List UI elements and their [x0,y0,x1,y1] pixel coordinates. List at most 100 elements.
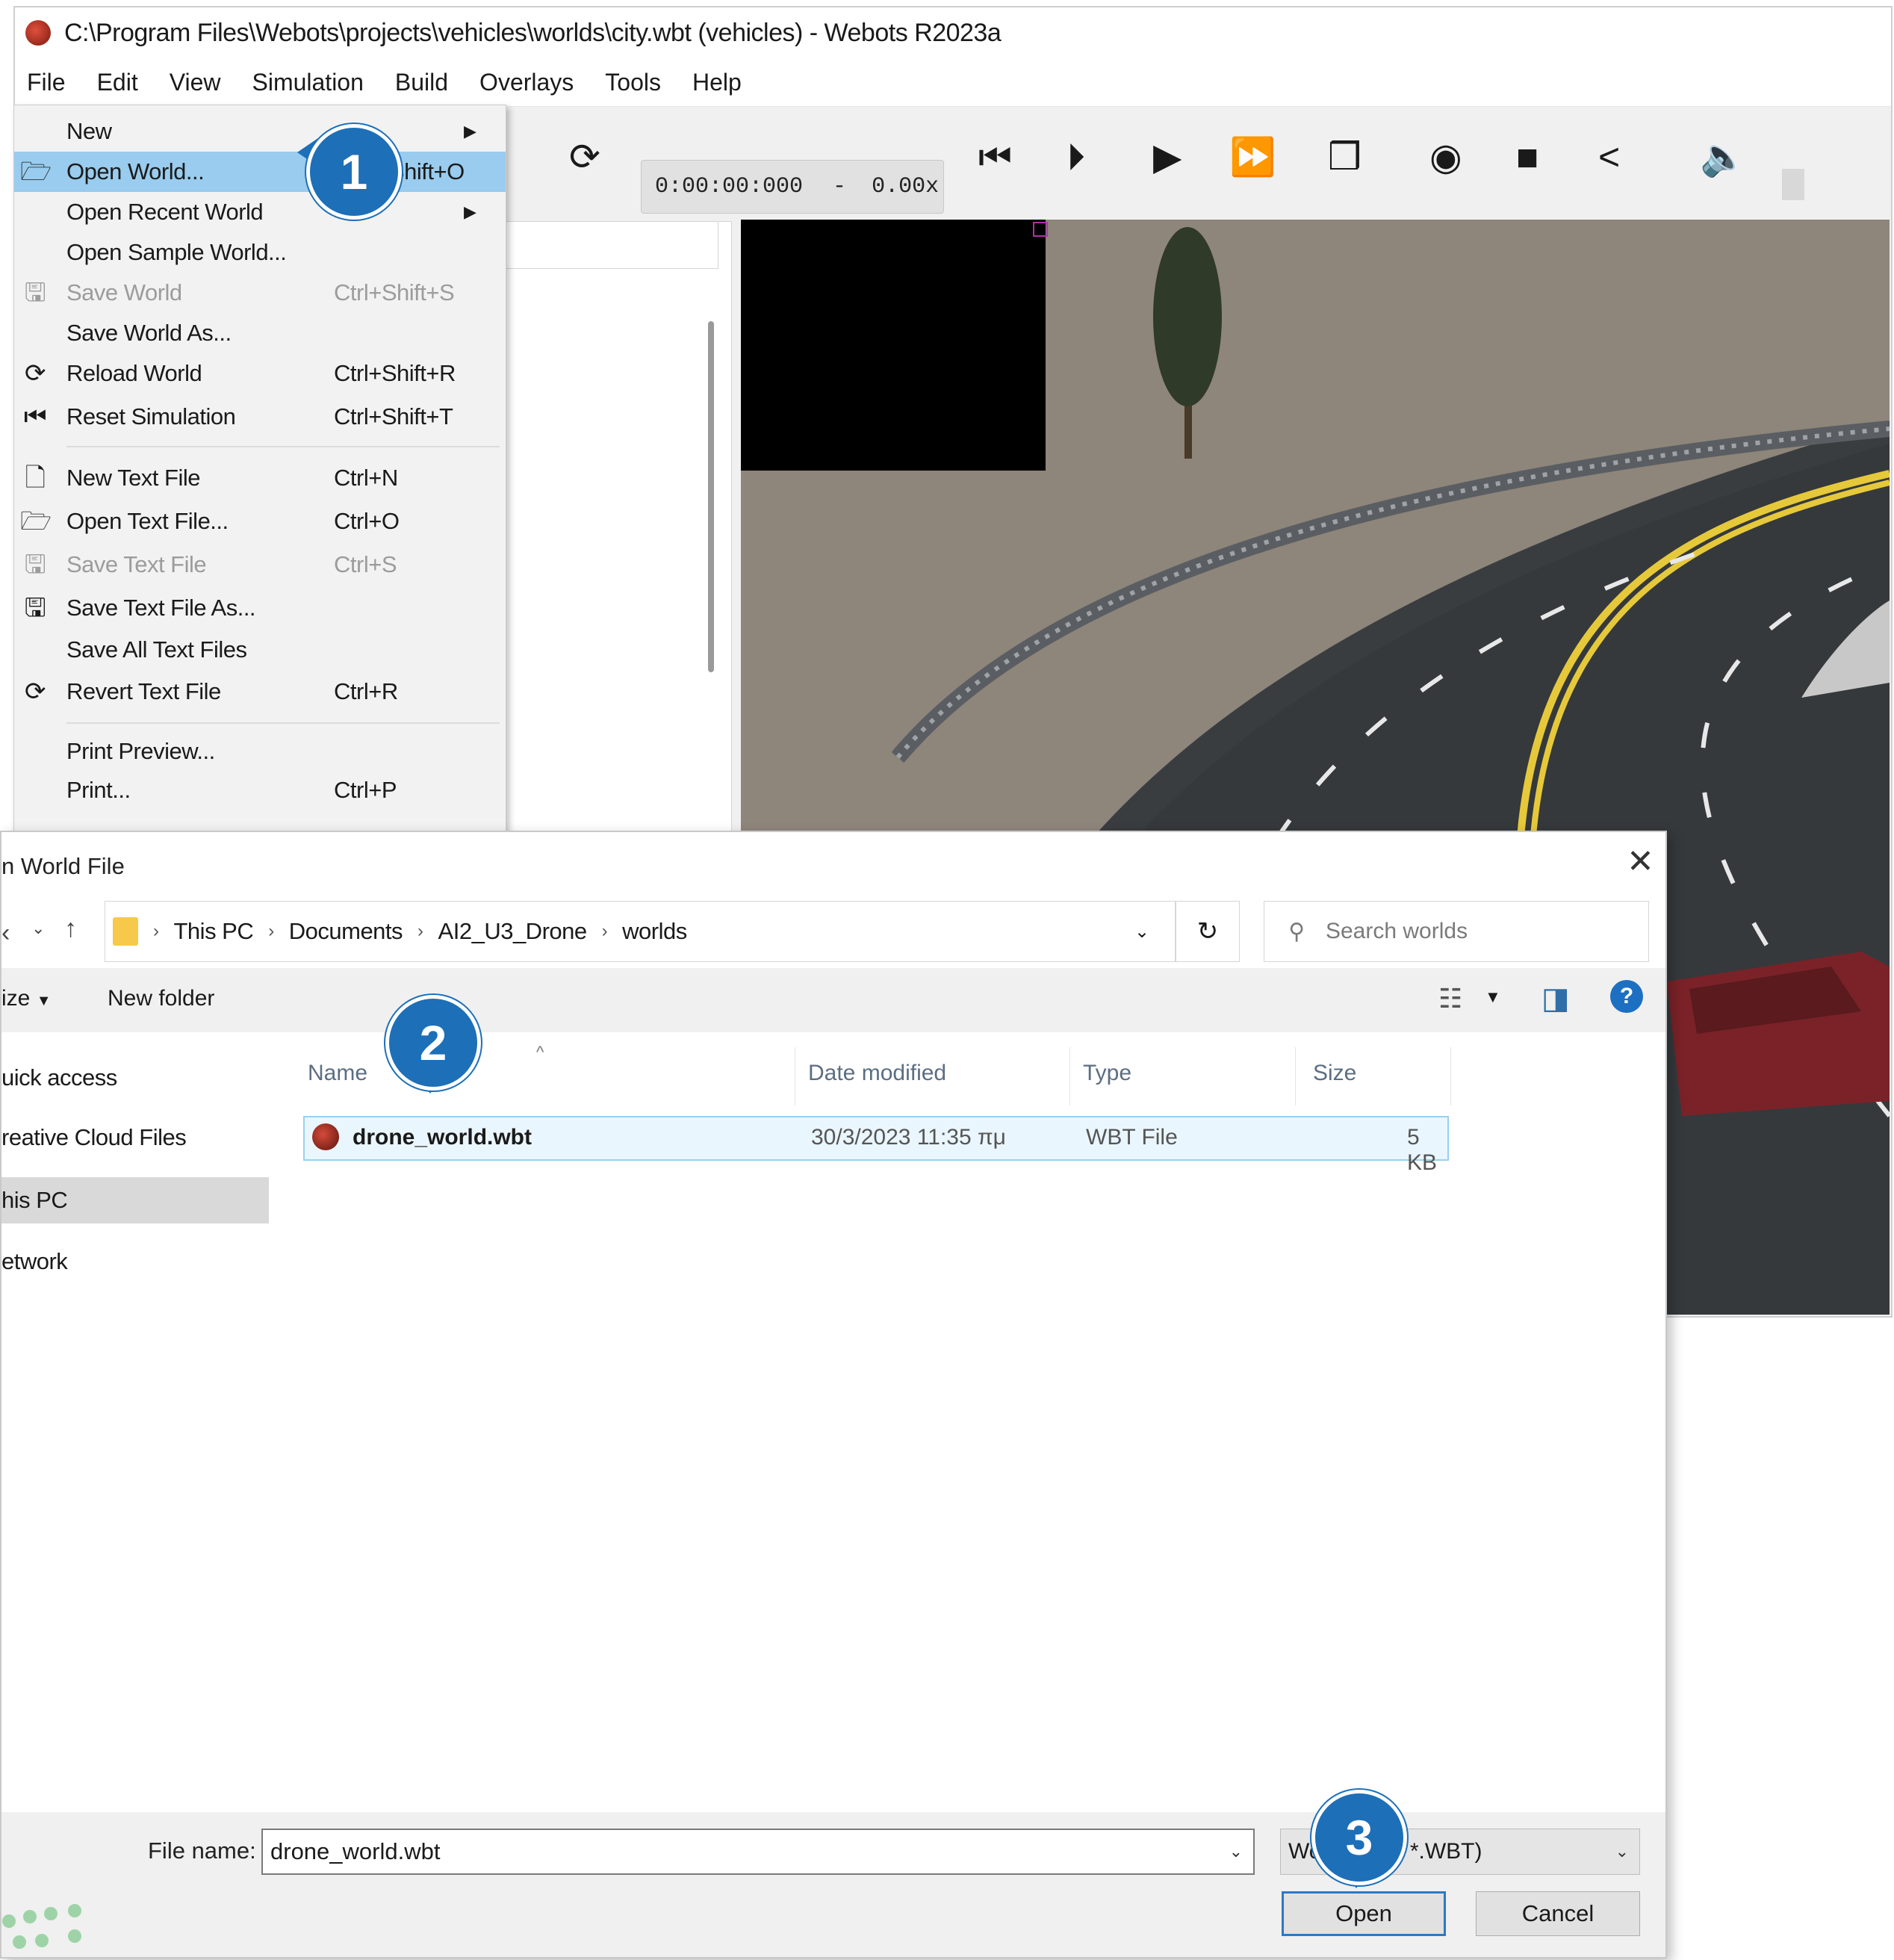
dialog-title: n World File [1,853,125,879]
breadcrumb-chevron-icon: › [601,921,608,941]
play-icon[interactable]: ▶ [1153,138,1182,176]
filename-input[interactable]: drone_world.wbt ⌄ [261,1829,1255,1875]
column-header-size[interactable]: Size [1313,1061,1356,1086]
menu-item-shortcut: Ctrl+Shift+S [334,279,455,306]
share-icon[interactable]: < [1598,138,1620,176]
volume-slider[interactable] [1782,169,1804,200]
menu-item-revert-text-file[interactable]: ⟳ Revert Text File Ctrl+R [14,672,506,712]
chevron-down-icon: ⌄ [1615,1842,1629,1861]
open-world-dialog: n World File ✕ ‹ ⌄ ↑ › This PC › Documen… [0,831,1667,1959]
cancel-button[interactable]: Cancel [1476,1891,1640,1936]
time-separator: - [833,174,847,199]
view-icon[interactable]: ❒ [1328,138,1361,176]
menu-view[interactable]: View [154,69,237,96]
navigation-pane: uick access reative Cloud Files his PC e… [1,1032,278,1891]
menu-file[interactable]: File [15,69,81,96]
new-folder-button[interactable]: New folder [108,986,214,1011]
menu-build[interactable]: Build [379,69,464,96]
menu-edit[interactable]: Edit [81,69,154,96]
menu-item-save-text-file[interactable]: 🖫 Save Text File Ctrl+S [14,545,506,585]
menu-item-open-sample-world[interactable]: Open Sample World... [14,232,506,273]
title-bar: C:\Program Files\Webots\projects\vehicle… [15,7,1891,58]
filename-label: File name: [148,1838,256,1864]
menu-item-print-preview[interactable]: Print Preview... [14,731,506,772]
search-input[interactable]: ⚲ Search worlds [1264,901,1649,962]
webots-app-icon [25,20,51,46]
close-icon[interactable]: ✕ [1627,843,1654,881]
sort-up-icon: ^ [536,1043,544,1061]
menu-help[interactable]: Help [677,69,757,96]
menu-item-save-text-file-as[interactable]: 🖫 Save Text File As... [14,588,506,628]
record-icon[interactable]: ■ [1516,138,1539,176]
command-bar: ize ▼ New folder ☷ ▼ ◨ ? [1,968,1665,1032]
menu-item-save-world[interactable]: 🖫 Save World Ctrl+Shift+S [14,273,506,313]
address-bar[interactable]: › This PC › Documents › AI2_U3_Drone › w… [105,901,1176,962]
folder-icon [113,917,138,946]
fast-forward-icon[interactable]: ⏩ [1229,138,1276,176]
menu-item-print[interactable]: Print... Ctrl+P [14,770,506,810]
save-as-icon: 🖫 [24,594,46,622]
reload-icon[interactable]: ⟳ [569,138,600,176]
recent-locations-icon[interactable]: ⌄ [31,919,45,938]
menu-item-reload-world[interactable]: ⟳ Reload World Ctrl+Shift+R [14,353,506,394]
chevron-down-icon[interactable]: ⌄ [1229,1842,1243,1861]
file-size: 5 KB [1407,1125,1438,1175]
nav-quick-access[interactable]: uick access [1,1055,269,1101]
nav-creative-cloud-files[interactable]: reative Cloud Files [1,1114,269,1161]
open-button[interactable]: Open [1282,1891,1446,1936]
back-icon[interactable]: ‹ [1,919,10,948]
scene-tree-scrollbar[interactable] [708,321,714,672]
reset-icon: ⏮ [23,403,47,431]
nav-this-pc[interactable]: his PC [1,1177,269,1224]
up-arrow-icon[interactable]: ↑ [64,914,77,943]
breadcrumb-worlds[interactable]: worlds [622,918,687,945]
menu-item-label: Save World [66,279,182,306]
menu-tools[interactable]: Tools [589,69,677,96]
menu-item-new-text-file[interactable]: 🗋 New Text File Ctrl+N [14,458,506,498]
reload-icon: ⟳ [25,359,46,388]
menu-item-shortcut: Ctrl+S [334,551,397,577]
chevron-down-icon[interactable]: ▼ [1485,987,1501,1007]
breadcrumb-this-pc[interactable]: This PC [174,918,254,945]
submenu-arrow-icon: ▶ [464,122,476,140]
breadcrumb-chevron-icon: › [417,921,423,941]
file-row[interactable]: drone_world.wbt 30/3/2023 11:35 πμ WBT F… [303,1116,1449,1175]
sound-icon[interactable]: 🔈 [1700,138,1746,176]
menu-item-save-world-as[interactable]: Save World As... [14,313,506,353]
breadcrumb-chevron-icon: › [153,921,159,941]
step-badge-3: 3 [1311,1790,1407,1885]
column-header-type[interactable]: Type [1083,1061,1131,1086]
menu-item-save-all-text-files[interactable]: Save All Text Files [14,630,506,670]
step-icon[interactable]: ⏵︎ [1066,138,1085,176]
menu-item-label: Reset Simulation [66,403,236,429]
refresh-button[interactable]: ↻ [1176,901,1240,962]
column-divider [1450,1047,1451,1105]
menu-item-shortcut: Ctrl+P [334,777,397,803]
organize-button[interactable]: ize ▼ [1,986,52,1011]
scene-tree-search[interactable] [493,221,718,269]
breadcrumb-ai2-u3-drone[interactable]: AI2_U3_Drone [438,918,588,945]
column-header-name[interactable]: Name [308,1061,367,1086]
preview-pane-icon[interactable]: ◨ [1541,981,1570,1016]
menu-item-open-recent-world[interactable]: Open Recent World ▶ [14,192,506,232]
screenshot-icon[interactable]: ◉ [1429,138,1462,176]
nav-network[interactable]: etwork [1,1238,269,1285]
menu-overlays[interactable]: Overlays [464,69,589,96]
menu-simulation[interactable]: Simulation [236,69,379,96]
chevron-down-icon[interactable]: ⌄ [1134,921,1149,943]
folder-open-icon: 🗁 [20,158,52,186]
organize-label: ize [1,986,31,1011]
column-header-date-modified[interactable]: Date modified [808,1061,946,1086]
help-icon[interactable]: ? [1610,980,1643,1013]
simulation-time: 0:00:00:000 [655,174,804,199]
menu-item-open-text-file[interactable]: 🗁 Open Text File... Ctrl+O [14,501,506,542]
window-title: C:\Program Files\Webots\projects\vehicle… [64,18,1002,47]
menu-item-shortcut: Ctrl+O [334,508,400,534]
view-options-icon[interactable]: ☷ [1438,983,1462,1014]
new-file-icon: 🗋 [25,464,46,492]
menu-item-reset-simulation[interactable]: ⏮ Reset Simulation Ctrl+Shift+T [14,397,506,437]
reset-icon[interactable]: ⏮ [978,138,1012,176]
menu-item-new[interactable]: New ▶ [14,111,506,152]
breadcrumb-documents[interactable]: Documents [289,918,403,945]
menu-item-open-world[interactable]: 🗁 Open World... Shift+O [14,152,506,192]
